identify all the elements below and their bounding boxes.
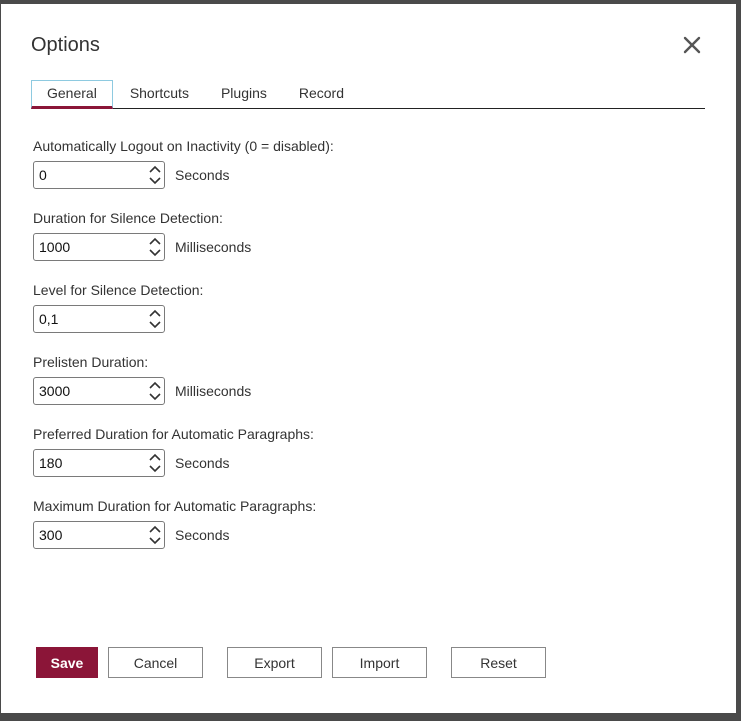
silence-level-label: Level for Silence Detection: [33, 282, 204, 298]
max-paragraph-stepper[interactable]: 300 [33, 521, 165, 549]
preferred-paragraph-value: 180 [39, 455, 63, 471]
prelisten-stepper[interactable]: 3000 [33, 377, 165, 405]
stepper-arrows-icon[interactable] [148, 308, 162, 330]
max-paragraph-label: Maximum Duration for Automatic Paragraph… [33, 498, 317, 514]
prelisten-value: 3000 [39, 383, 71, 399]
silence-level-stepper[interactable]: 0,1 [33, 305, 165, 333]
silence-level-value: 0,1 [39, 311, 59, 327]
dialog-title: Options [31, 34, 100, 56]
reset-button[interactable]: Reset [451, 647, 546, 678]
logout-unit: Seconds [175, 167, 230, 183]
max-paragraph-unit: Seconds [175, 527, 230, 543]
tab-shortcuts[interactable]: Shortcuts [115, 80, 204, 107]
stepper-arrows-icon[interactable] [148, 452, 162, 474]
save-button[interactable]: Save [36, 647, 98, 678]
stepper-arrows-icon[interactable] [148, 380, 162, 402]
cancel-button[interactable]: Cancel [108, 647, 203, 678]
options-dialog: Options General Shortcuts Plugins Record… [1, 4, 736, 713]
stepper-arrows-icon[interactable] [148, 524, 162, 546]
logout-stepper[interactable]: 0 [33, 161, 165, 189]
silence-level-field: Level for Silence Detection: 0,1 [33, 281, 203, 333]
max-paragraph-field: Maximum Duration for Automatic Paragraph… [33, 497, 316, 549]
close-button[interactable] [679, 32, 705, 58]
tab-bar: General Shortcuts Plugins Record [31, 80, 705, 109]
logout-field: Automatically Logout on Inactivity (0 = … [33, 137, 334, 189]
silence-duration-unit: Milliseconds [175, 239, 252, 255]
silence-duration-value: 1000 [39, 239, 71, 255]
prelisten-label: Prelisten Duration: [33, 354, 149, 370]
logout-value: 0 [39, 167, 47, 183]
prelisten-unit: Milliseconds [175, 383, 252, 399]
tab-general[interactable]: General [31, 80, 113, 109]
stepper-arrows-icon[interactable] [148, 236, 162, 258]
tab-record[interactable]: Record [284, 80, 359, 107]
max-paragraph-value: 300 [39, 527, 63, 543]
export-button[interactable]: Export [227, 647, 322, 678]
prelisten-field: Prelisten Duration: 3000 Milliseconds [33, 353, 251, 405]
stepper-arrows-icon[interactable] [148, 164, 162, 186]
preferred-paragraph-label: Preferred Duration for Automatic Paragra… [33, 426, 314, 442]
silence-duration-stepper[interactable]: 1000 [33, 233, 165, 261]
silence-duration-label: Duration for Silence Detection: [33, 210, 223, 226]
tab-plugins[interactable]: Plugins [206, 80, 282, 107]
silence-duration-field: Duration for Silence Detection: 1000 Mil… [33, 209, 251, 261]
close-icon [683, 36, 701, 54]
preferred-paragraph-unit: Seconds [175, 455, 230, 471]
preferred-paragraph-field: Preferred Duration for Automatic Paragra… [33, 425, 314, 477]
preferred-paragraph-stepper[interactable]: 180 [33, 449, 165, 477]
logout-label: Automatically Logout on Inactivity (0 = … [33, 138, 334, 154]
import-button[interactable]: Import [332, 647, 427, 678]
